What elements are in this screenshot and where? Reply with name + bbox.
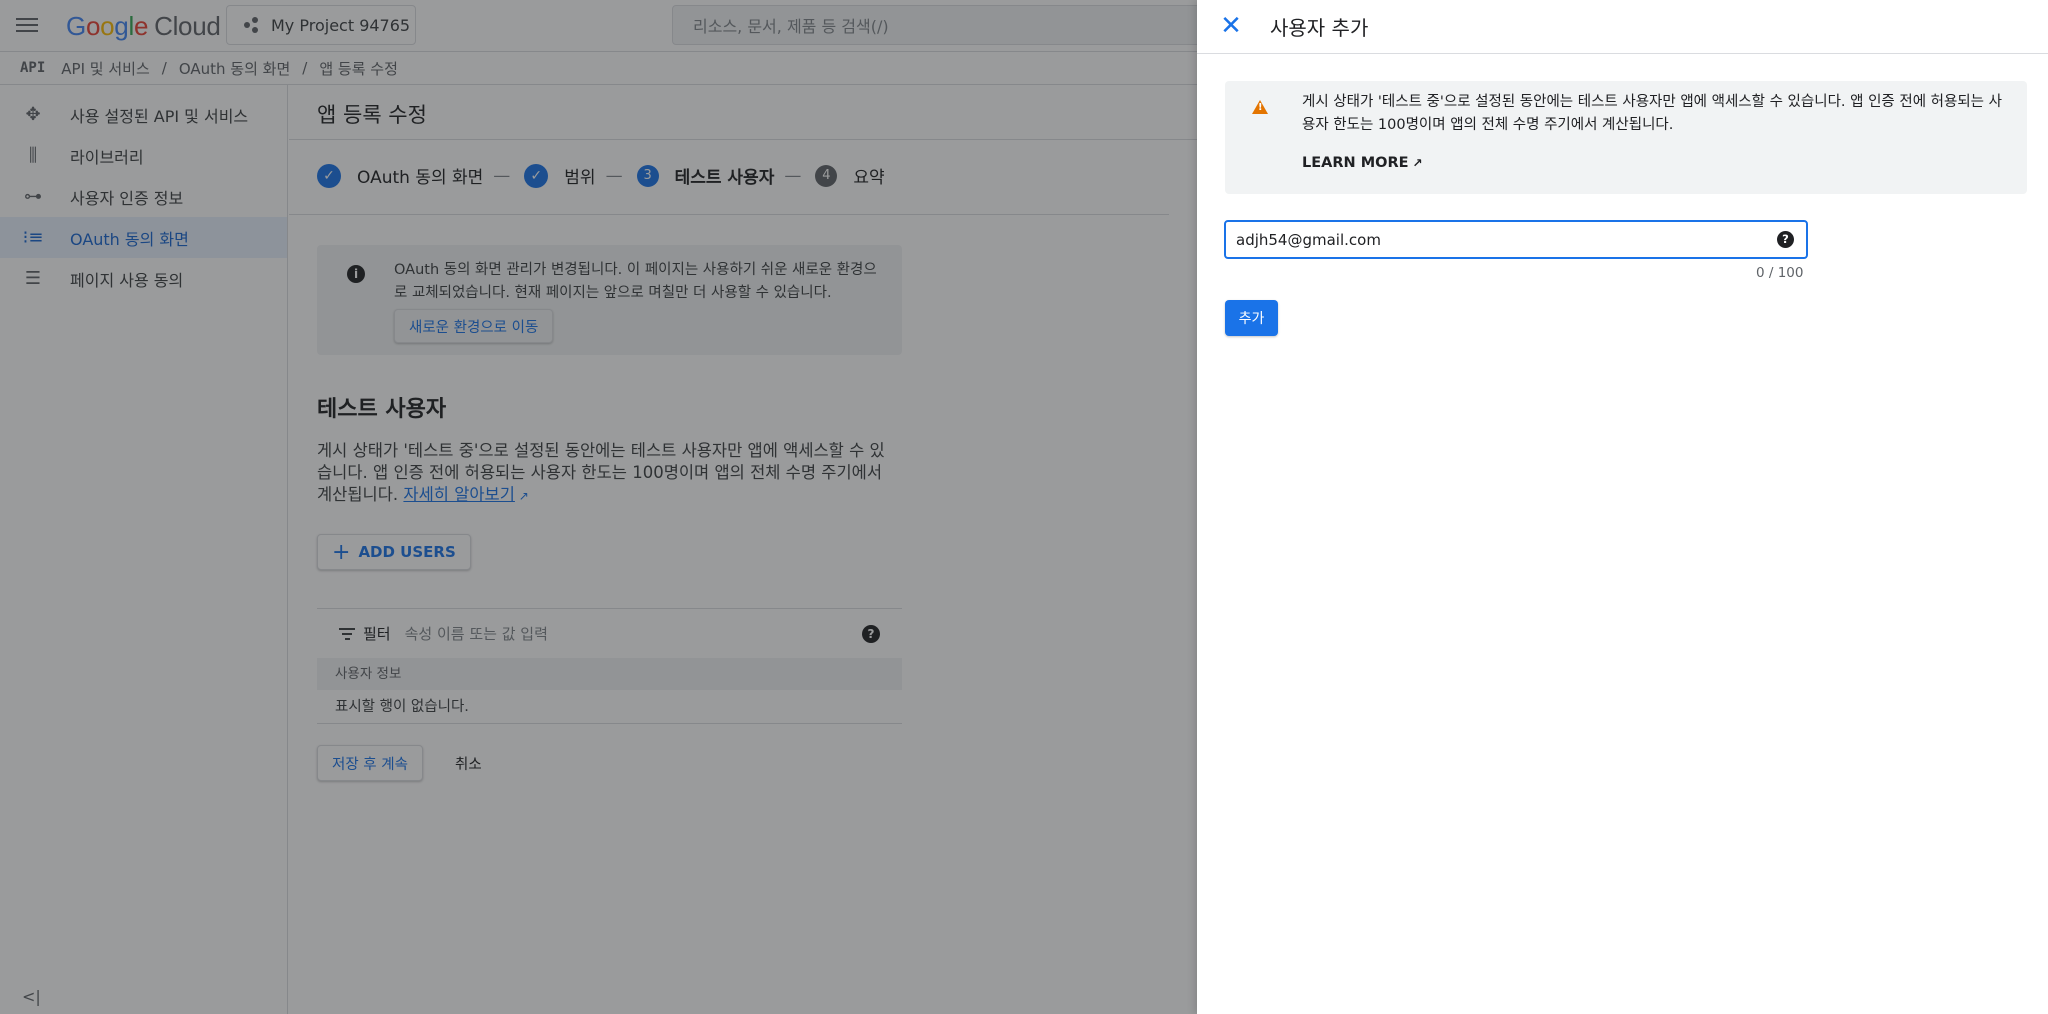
panel-header: ✕ 사용자 추가 <box>1197 0 2048 54</box>
modal-scrim[interactable] <box>0 0 1197 1014</box>
external-link-icon: ↗ <box>1412 156 1423 170</box>
warning-icon <box>1252 100 1268 114</box>
learn-more-label: LEARN MORE <box>1302 155 1409 171</box>
char-counter: 0 / 100 <box>1756 265 1804 281</box>
learn-more-link[interactable]: LEARN MORE ↗ <box>1302 155 1423 171</box>
email-field[interactable]: ? <box>1224 220 1808 259</box>
warning-banner: 게시 상태가 '테스트 중'으로 설정된 동안에는 테스트 사용자만 앱에 액세… <box>1225 81 2027 194</box>
add-users-panel: ✕ 사용자 추가 게시 상태가 '테스트 중'으로 설정된 동안에는 테스트 사… <box>1197 0 2048 1014</box>
add-button[interactable]: 추가 <box>1225 300 1278 336</box>
warning-text: 게시 상태가 '테스트 중'으로 설정된 동안에는 테스트 사용자만 앱에 액세… <box>1302 94 2002 133</box>
close-icon[interactable]: ✕ <box>1217 12 1245 40</box>
panel-title: 사용자 추가 <box>1270 16 1369 40</box>
email-input[interactable] <box>1236 230 1756 249</box>
help-icon[interactable]: ? <box>1777 231 1794 248</box>
